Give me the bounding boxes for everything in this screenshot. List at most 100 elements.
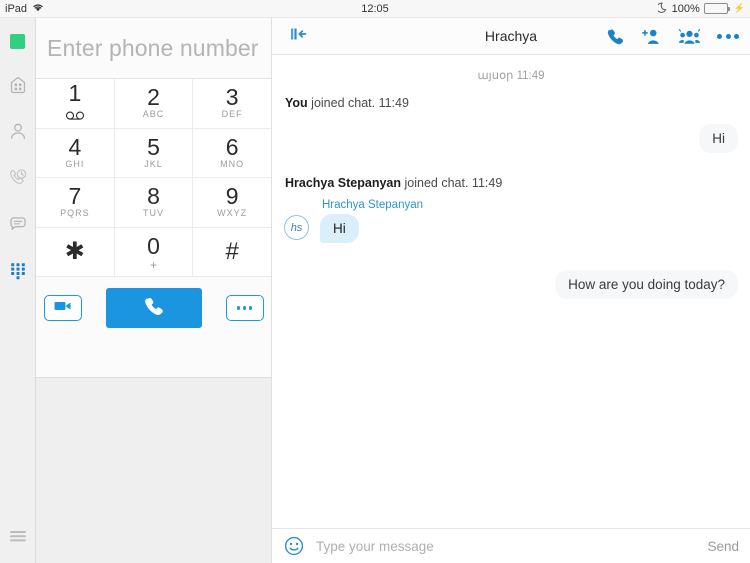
call-button[interactable] <box>606 27 625 46</box>
key-digit: 2 <box>147 84 160 111</box>
status-indicator[interactable] <box>0 18 36 64</box>
key-digit: 8 <box>147 183 160 210</box>
key-hash[interactable]: # <box>193 227 272 277</box>
key-letters: JKL <box>144 158 163 169</box>
key-1[interactable]: 1 <box>36 79 115 129</box>
skype-ipad-window: iPad 12:05 100% ⚡ Enter phone number 1 2… <box>0 0 750 563</box>
rail-item-home[interactable] <box>0 64 36 110</box>
key-letters: WXYZ <box>217 208 248 219</box>
emoji-smiley-icon[interactable] <box>284 536 304 556</box>
status-bar-right: 100% ⚡ <box>656 2 745 16</box>
key-7[interactable]: 7 PQRS <box>36 178 115 228</box>
rail-item-recents[interactable] <box>0 156 36 202</box>
system-message: Hrachya Stepanyan joined chat. 11:49 <box>285 176 738 190</box>
key-digit: 3 <box>225 84 239 111</box>
bolt-icon: ⚡ <box>733 3 745 13</box>
rail-item-contacts[interactable] <box>0 110 36 156</box>
key-star[interactable]: ✱ <box>36 227 115 277</box>
phone-handset-icon <box>143 295 165 322</box>
keypad-row: 7 PQRS 8 TUV 9 WXYZ <box>36 178 272 228</box>
more-options-button[interactable] <box>717 33 739 39</box>
message-bubble[interactable]: Hi <box>699 124 738 153</box>
key-digit: # <box>225 237 239 265</box>
dialer-card: Enter phone number 1 2 ABC 3 DEF 4 GHI 5… <box>36 18 272 378</box>
chat-header-actions <box>606 27 739 46</box>
status-bar-clock: 12:05 <box>361 2 389 15</box>
message-composer: Send <box>272 528 750 563</box>
key-digit: 7 <box>68 183 82 210</box>
system-message-text: joined chat. 11:49 <box>404 176 503 190</box>
rail-item-dialpad[interactable] <box>0 248 36 294</box>
key-letters: ABC <box>142 109 165 120</box>
battery-icon <box>703 3 730 14</box>
call-button[interactable] <box>105 288 202 328</box>
message-sender: Hrachya Stepanyan <box>322 199 424 211</box>
ellipsis-icon <box>236 306 253 310</box>
key-letters: MNO <box>220 158 245 169</box>
system-message-actor: Hrachya Stepanyan <box>285 176 402 190</box>
key-letters: + <box>150 257 158 272</box>
message-row-outgoing: How are you doing today? <box>284 270 738 299</box>
key-6[interactable]: 6 MNO <box>193 128 272 178</box>
keypad-row: ✱ 0 + # <box>36 227 272 277</box>
key-2[interactable]: 2 ABC <box>114 79 194 129</box>
chat-header: Hrachya <box>272 18 750 55</box>
key-8[interactable]: 8 TUV <box>114 178 194 228</box>
key-letters: TUV <box>143 208 164 219</box>
message-list: այսօր 11:49 You joined chat. 11:49 Hi Hr… <box>272 55 750 528</box>
key-5[interactable]: 5 JKL <box>114 128 194 178</box>
message-bubble[interactable]: How are you doing today? <box>555 270 738 299</box>
system-message-actor: You <box>285 96 308 110</box>
key-9[interactable]: 9 WXYZ <box>193 178 272 228</box>
video-call-button[interactable] <box>43 295 82 321</box>
key-0[interactable]: 0 + <box>114 227 194 277</box>
hamburger-menu-icon <box>7 528 29 549</box>
rail-item-chats[interactable] <box>0 202 36 248</box>
avatar[interactable]: hs <box>284 215 309 240</box>
collapse-panel-icon <box>288 26 310 47</box>
key-letters: DEF <box>221 109 243 120</box>
phone-number-input[interactable]: Enter phone number <box>36 18 271 79</box>
message-bubble[interactable]: Hi <box>320 214 359 243</box>
left-rail <box>0 18 36 563</box>
keypad-row: 4 GHI 5 JKL 6 MNO <box>36 128 272 178</box>
key-4[interactable]: 4 GHI <box>36 128 115 178</box>
key-digit: 4 <box>68 133 82 160</box>
system-message: You joined chat. 11:49 <box>285 96 738 110</box>
system-message-text: joined chat. 11:49 <box>311 96 409 110</box>
dialer-actions <box>36 277 271 339</box>
dialpad-icon <box>7 258 29 285</box>
person-icon <box>7 120 29 147</box>
add-person-button[interactable] <box>641 27 662 46</box>
battery-percent-label: 100% <box>671 2 700 15</box>
chat-panel: Hrachya այսօր 11:49 You joined chat. 11:… <box>271 18 750 563</box>
key-digit: 5 <box>147 133 160 160</box>
video-camera-icon <box>53 299 73 317</box>
message-row-outgoing: Hi <box>284 124 738 153</box>
rail-menu-button[interactable] <box>0 513 36 563</box>
green-square-icon <box>10 33 25 49</box>
dialer-panel: Enter phone number 1 2 ABC 3 DEF 4 GHI 5… <box>36 18 272 563</box>
message-row-incoming: hs Hrachya Stepanyan Hi <box>284 199 738 243</box>
key-digit: 9 <box>225 183 239 210</box>
moon-icon <box>656 2 668 16</box>
key-digit: ✱ <box>64 237 85 265</box>
voicemail-icon <box>64 107 86 125</box>
day-separator: այսօր 11:49 <box>477 70 545 82</box>
ios-status-bar: iPad 12:05 100% ⚡ <box>0 0 750 18</box>
home-icon <box>7 74 29 101</box>
send-button[interactable]: Send <box>697 539 739 554</box>
collapse-panel-button[interactable] <box>280 18 318 55</box>
key-letters: GHI <box>65 158 85 169</box>
incoming-message-body: Hrachya Stepanyan Hi <box>320 199 423 243</box>
phone-clock-icon <box>7 166 29 193</box>
key-letters: PQRS <box>60 208 90 219</box>
keypad: 1 2 ABC 3 DEF 4 GHI 5 JKL 6 MNO 7 PQRS 8… <box>36 79 272 277</box>
dialer-more-button[interactable] <box>225 295 264 321</box>
key-3[interactable]: 3 DEF <box>193 79 272 129</box>
ellipsis-icon <box>717 33 739 39</box>
group-button[interactable] <box>678 27 701 46</box>
key-digit: 0 <box>147 232 160 259</box>
message-input[interactable] <box>316 538 698 554</box>
key-digit: 6 <box>225 133 239 160</box>
